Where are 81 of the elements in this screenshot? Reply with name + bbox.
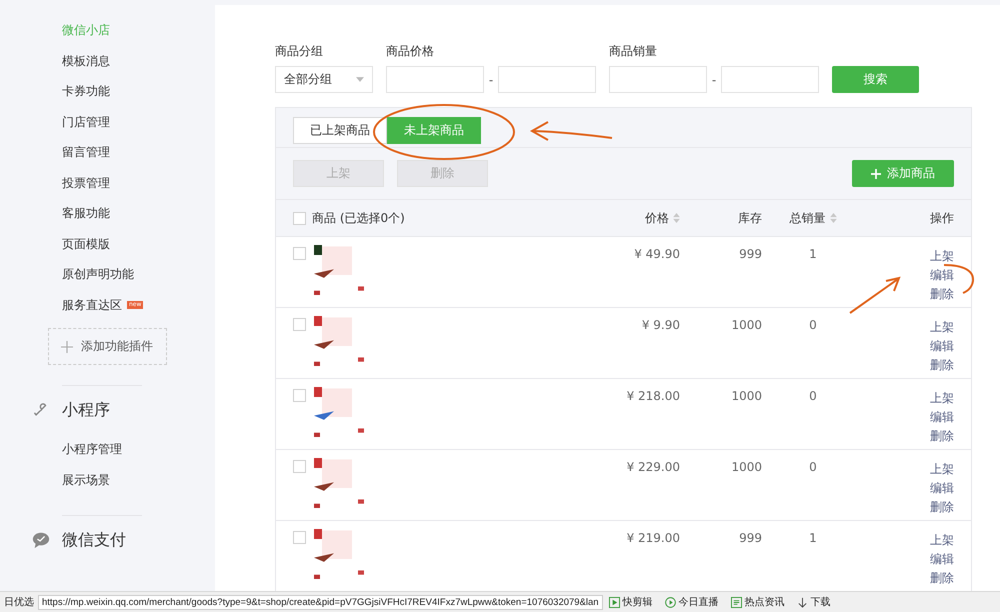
- status-item[interactable]: 热点资讯: [730, 595, 785, 609]
- max-sales-field[interactable]: [721, 66, 819, 93]
- sidebar-item[interactable]: 门店管理: [62, 106, 215, 137]
- max-price-field[interactable]: [498, 66, 596, 93]
- sort-icon[interactable]: [830, 213, 836, 223]
- row-action-link[interactable]: 编辑: [930, 481, 954, 496]
- filter-label: 商品价格: [386, 43, 435, 60]
- select-all-checkbox[interactable]: [293, 212, 306, 224]
- status-text: 日优选: [3, 596, 35, 609]
- row-action-link[interactable]: 上架: [930, 320, 954, 335]
- sidebar-item[interactable]: 小程序管理: [62, 434, 215, 464]
- stock-cell: 999: [739, 247, 762, 261]
- row-checkbox[interactable]: [293, 531, 306, 544]
- sort-icon[interactable]: [673, 213, 680, 223]
- sales-cell: 0: [809, 389, 817, 403]
- column-header[interactable]: 总销量: [790, 210, 826, 226]
- sidebar-item[interactable]: 留言管理: [62, 137, 215, 168]
- plus-icon: [61, 340, 73, 352]
- sidebar-item[interactable]: 展示场景: [62, 464, 215, 495]
- sales-cell: 1: [809, 531, 817, 545]
- sidebar-item[interactable]: 卡券功能: [62, 76, 215, 106]
- sidebar-item[interactable]: 投票管理: [62, 168, 215, 198]
- row-action-link[interactable]: 删除: [930, 500, 954, 515]
- min-price-field[interactable]: [386, 66, 484, 93]
- row-action-link[interactable]: 删除: [930, 429, 954, 444]
- sidebar-item[interactable]: 页面模版: [62, 228, 215, 259]
- stock-cell: 1000: [731, 389, 762, 403]
- status-item[interactable]: 下载: [796, 595, 831, 609]
- min-sales-field[interactable]: [609, 66, 707, 93]
- row-action-link[interactable]: 编辑: [930, 339, 954, 354]
- sales-cell: 1: [809, 247, 817, 261]
- row-action-link[interactable]: 删除: [930, 358, 954, 373]
- row-checkbox[interactable]: [293, 460, 306, 473]
- row-action-link[interactable]: 编辑: [930, 552, 954, 567]
- sidebar-item[interactable]: 模板消息: [62, 46, 215, 76]
- sales-cell: 0: [809, 318, 817, 332]
- column-header: 商品 (已选择0个): [312, 210, 405, 226]
- filter-label: 商品分组: [275, 43, 324, 60]
- column-header: 操作: [930, 210, 954, 226]
- status-url: https://mp.weixin.qq.com/merchant/goods?type=9&t=shop/create&pid=pV7GGjsiVFHcI7REV4IFxz7wLpww&token=1076032079&lan: [38, 594, 603, 610]
- stock-cell: 999: [739, 531, 762, 545]
- sidebar-item[interactable]: 原创声明功能: [62, 259, 215, 290]
- price-cell: ¥ 219.00: [626, 531, 680, 545]
- row-action-link[interactable]: 编辑: [930, 410, 954, 425]
- status-item[interactable]: 快剪辑: [608, 595, 653, 609]
- section-title[interactable]: 小程序: [62, 400, 110, 420]
- news-icon: [730, 596, 742, 608]
- status-item[interactable]: 今日直播: [664, 595, 719, 609]
- price-cell: ¥ 9.90: [642, 318, 680, 332]
- price-cell: ¥ 218.00: [626, 389, 680, 403]
- stock-cell: 1000: [731, 318, 762, 332]
- row-action-link[interactable]: 编辑: [930, 268, 954, 283]
- chat-icon: [32, 531, 50, 549]
- play-icon: [608, 596, 620, 608]
- section-title[interactable]: 微信支付: [62, 530, 126, 550]
- row-checkbox[interactable]: [293, 247, 306, 260]
- group-dropdown[interactable]: 全部分组: [275, 66, 373, 93]
- range-dash: -: [711, 72, 717, 86]
- row-action-link[interactable]: 上架: [930, 391, 954, 406]
- download-icon: [796, 596, 808, 608]
- play-circle-icon: [664, 596, 676, 608]
- row-action-link[interactable]: 删除: [930, 287, 954, 302]
- row-checkbox[interactable]: [293, 389, 306, 402]
- price-cell: ¥ 229.00: [626, 460, 680, 474]
- column-header: 库存: [738, 210, 762, 226]
- row-action-link[interactable]: 上架: [930, 462, 954, 477]
- column-header[interactable]: 价格: [645, 210, 669, 226]
- row-action-link[interactable]: 上架: [930, 249, 954, 264]
- plus-icon: [871, 168, 881, 178]
- add-plugin-button[interactable]: 添加功能插件: [48, 328, 167, 365]
- sales-cell: 0: [809, 460, 817, 474]
- filter-label: 商品销量: [609, 43, 658, 60]
- sidebar-item[interactable]: 客服功能: [62, 198, 215, 228]
- row-action-link[interactable]: 删除: [930, 571, 954, 586]
- stock-cell: 1000: [731, 460, 762, 474]
- caret-icon: [356, 77, 364, 82]
- row-action-link[interactable]: 上架: [930, 533, 954, 548]
- range-dash: -: [488, 72, 494, 86]
- tab[interactable]: 已上架商品: [293, 117, 387, 144]
- price-cell: ¥ 49.90: [634, 247, 680, 261]
- row-checkbox[interactable]: [293, 318, 306, 331]
